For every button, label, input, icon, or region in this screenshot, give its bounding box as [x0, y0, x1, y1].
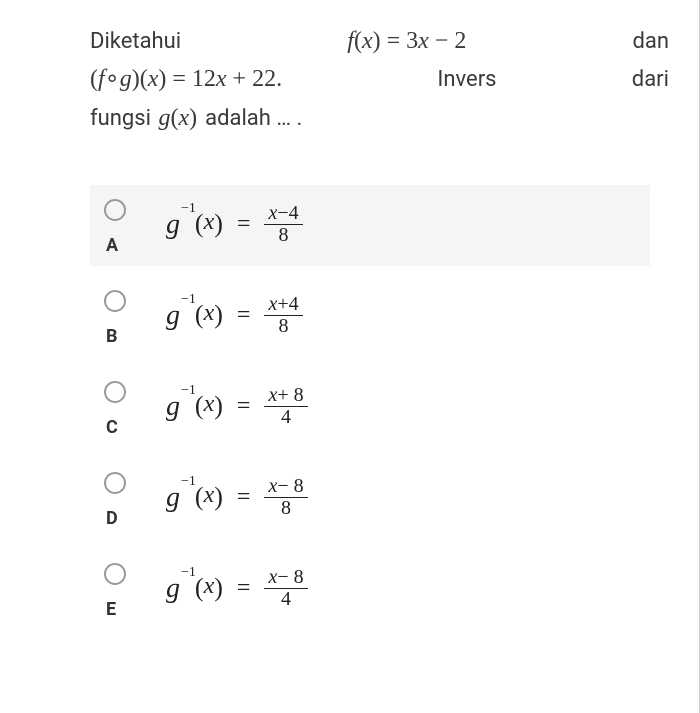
gx-expression: g(x): [158, 105, 203, 131]
option-d[interactable]: D g−1(x) = x− 8 8: [90, 458, 650, 539]
option-letter: E: [106, 599, 116, 620]
radio-c[interactable]: [104, 381, 126, 403]
num-rest: − 8: [277, 475, 303, 497]
den: 4: [277, 589, 295, 610]
num-rest: + 8: [277, 384, 303, 406]
num-rest: +4: [277, 293, 298, 315]
option-a[interactable]: A g−1(x) = x−4 8: [90, 185, 650, 266]
num-rest: − 8: [277, 566, 303, 588]
den: 4: [277, 407, 295, 428]
option-c[interactable]: C g−1(x) = x+ 8 4: [90, 367, 650, 448]
option-letter: C: [106, 417, 118, 438]
radio-e[interactable]: [104, 563, 126, 585]
f-expression: f(x) = 3x − 2: [347, 22, 466, 60]
word-diketahui: Diketahui: [90, 24, 181, 59]
option-a-formula: g−1(x) = x−4 8: [166, 199, 636, 246]
word-adalah: adalah … .: [205, 106, 302, 131]
option-letter: A: [106, 235, 118, 256]
word-fungsi: fungsi: [90, 106, 151, 131]
options-list: A g−1(x) = x−4 8 B g−1(x) = x+4 8 C: [90, 185, 669, 630]
question-text: Diketahui f(x) = 3x − 2 dan (f∘g)(x) = 1…: [90, 22, 669, 137]
option-e-formula: g−1(x) = x− 8 4: [166, 563, 636, 610]
radio-a[interactable]: [104, 199, 126, 221]
num-rest: −4: [277, 202, 298, 224]
option-c-formula: g−1(x) = x+ 8 4: [166, 381, 636, 428]
option-b-formula: g−1(x) = x+4 8: [166, 290, 636, 337]
option-d-formula: g−1(x) = x− 8 8: [166, 472, 636, 519]
den: 8: [275, 225, 293, 246]
option-letter: D: [106, 508, 118, 529]
fog-expression: (f∘g)(x) = 12x + 22.: [90, 60, 282, 98]
option-b[interactable]: B g−1(x) = x+4 8: [90, 276, 650, 357]
word-dari: dari: [632, 62, 669, 97]
word-invers: Invers: [437, 62, 496, 97]
radio-b[interactable]: [104, 290, 126, 312]
den: 8: [275, 316, 293, 337]
option-letter: B: [106, 326, 118, 347]
den: 8: [277, 498, 295, 519]
word-dan: dan: [632, 24, 669, 59]
radio-d[interactable]: [104, 472, 126, 494]
option-e[interactable]: E g−1(x) = x− 8 4: [90, 549, 650, 630]
